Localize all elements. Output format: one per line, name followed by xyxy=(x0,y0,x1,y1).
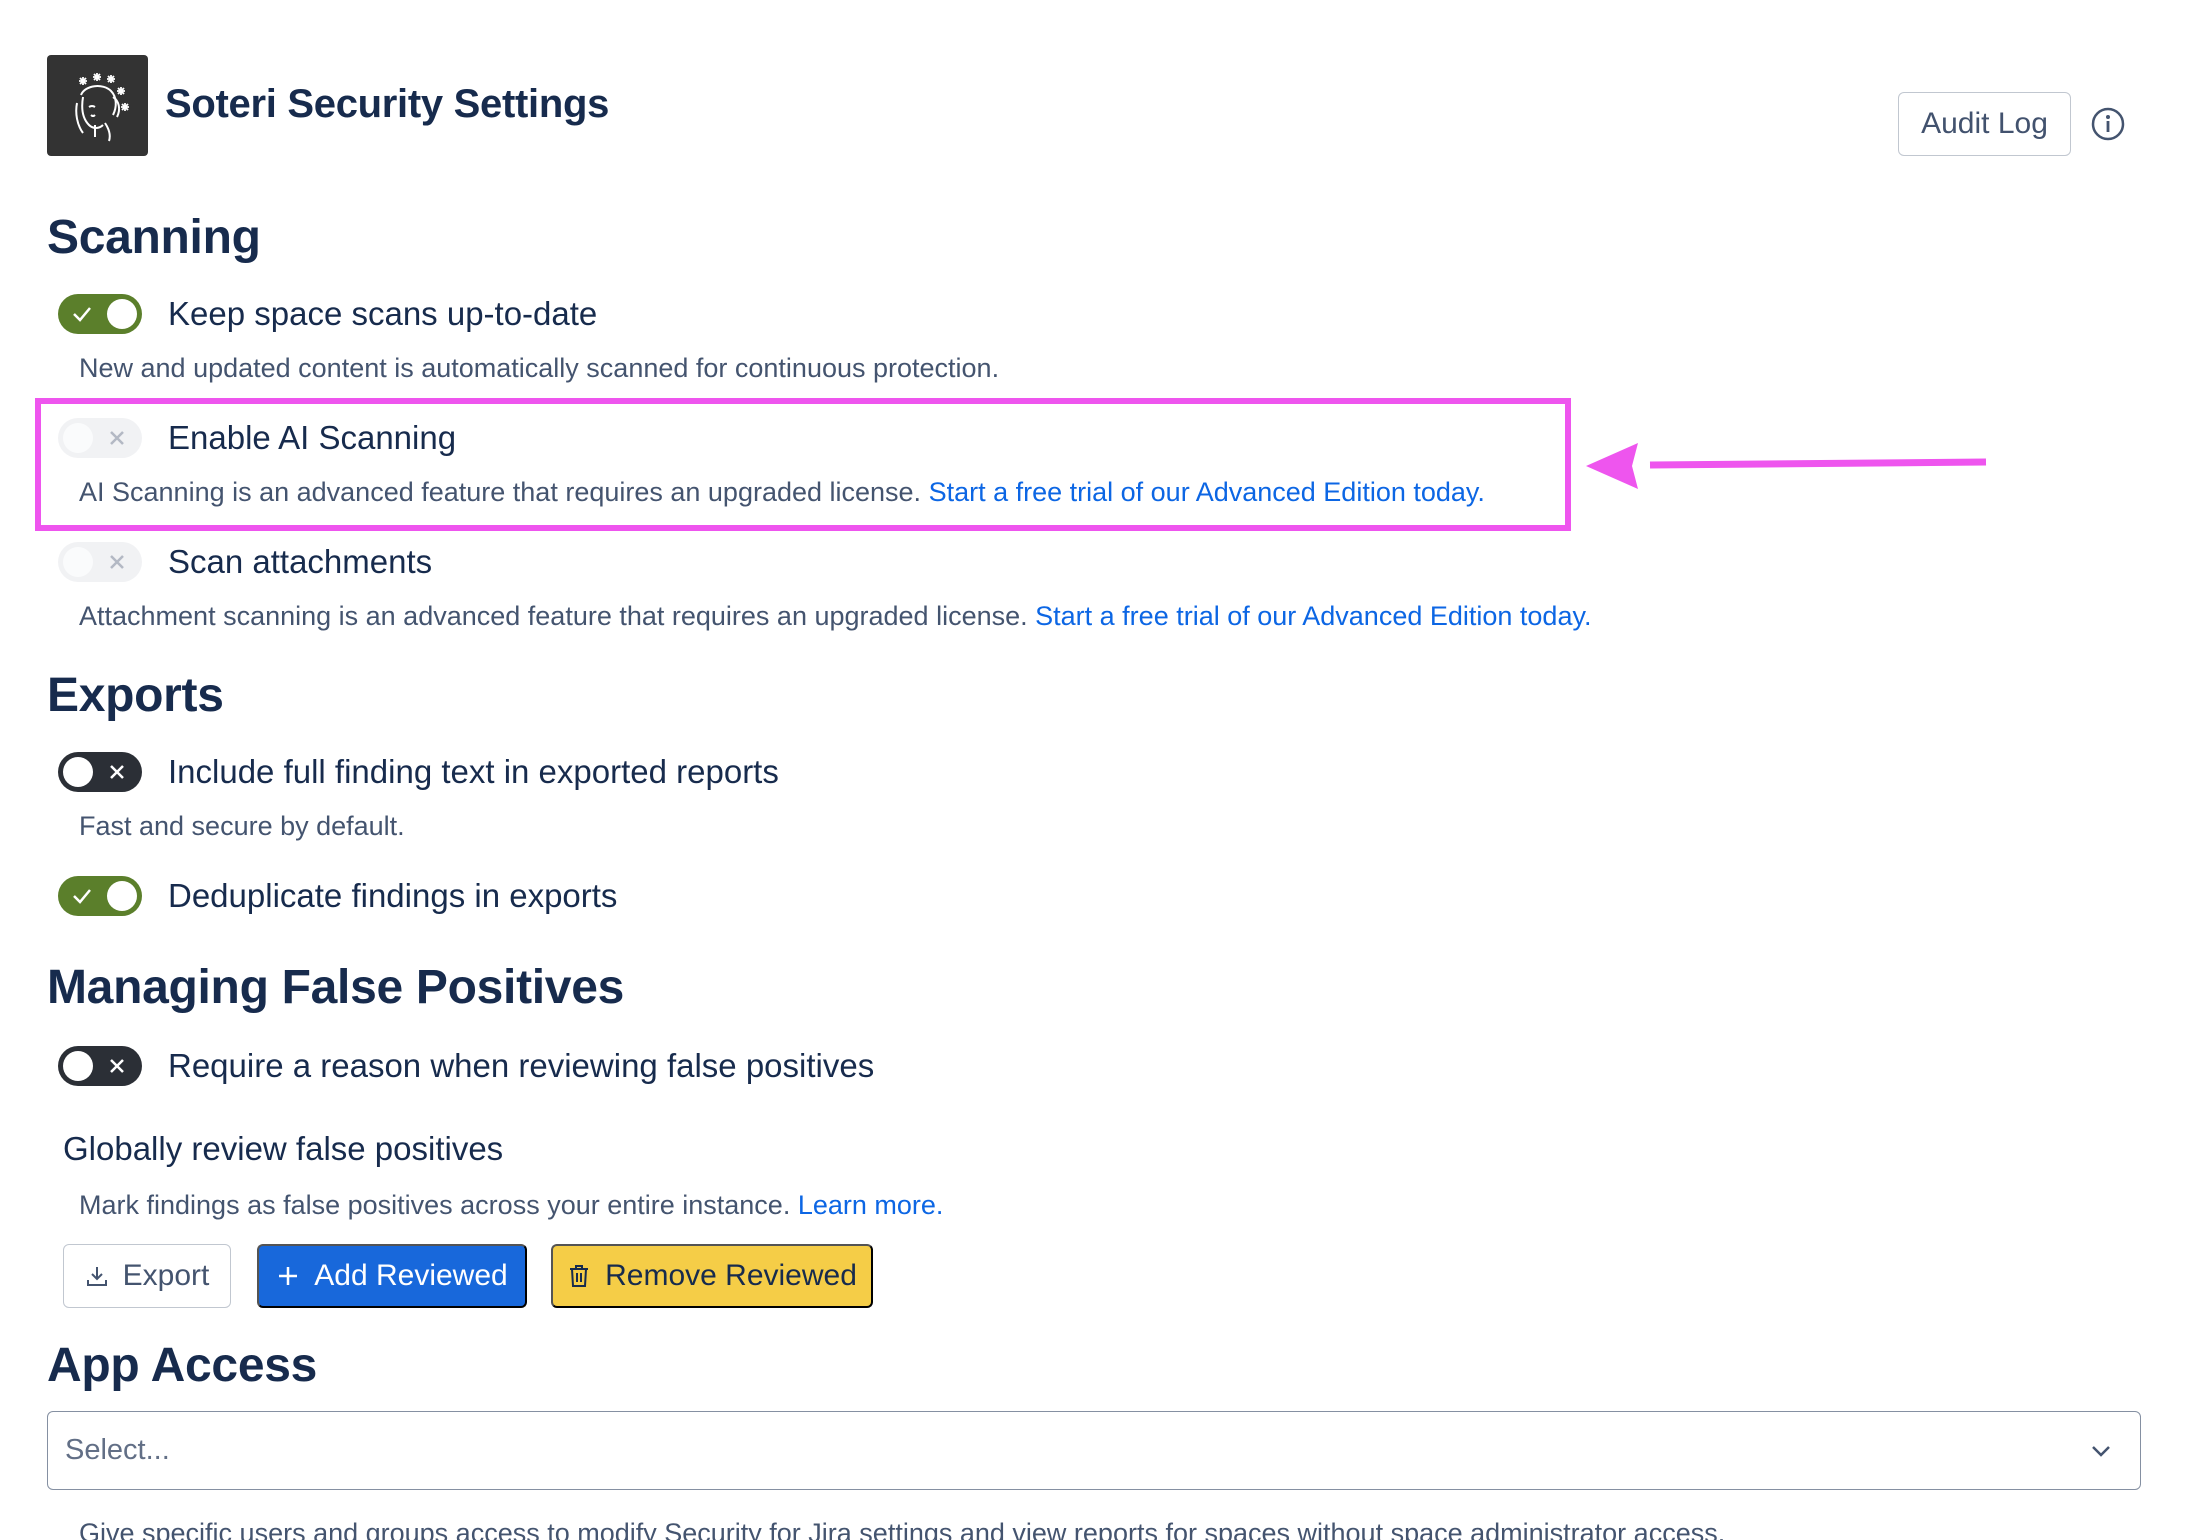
x-icon xyxy=(110,765,124,779)
require-reason-label: Require a reason when reviewing false po… xyxy=(168,1047,875,1084)
keep-scans-label: Keep space scans up-to-date xyxy=(168,295,598,332)
app-access-heading: App Access xyxy=(47,1339,318,1392)
global-review-title: Globally review false positives xyxy=(63,1130,504,1167)
false-positives-heading: Managing False Positives xyxy=(47,961,624,1014)
app-access-select-placeholder: Select... xyxy=(65,1434,170,1466)
info-icon[interactable] xyxy=(2090,106,2126,142)
x-icon xyxy=(110,555,124,569)
remove-reviewed-button[interactable]: Remove Reviewed xyxy=(551,1244,873,1308)
require-reason-toggle[interactable] xyxy=(58,1046,142,1086)
app-access-description: Give specific users and groups access to… xyxy=(79,1518,1726,1540)
x-icon xyxy=(110,1059,124,1073)
dedupe-toggle[interactable] xyxy=(58,876,142,916)
soteri-face-icon xyxy=(74,72,129,141)
full-text-toggle[interactable] xyxy=(58,752,142,792)
scan-attachments-description: Attachment scanning is an advanced featu… xyxy=(79,601,1591,632)
full-text-label: Include full finding text in exported re… xyxy=(168,753,779,790)
download-icon xyxy=(86,1267,107,1286)
exports-heading: Exports xyxy=(47,669,224,722)
scan-attachments-label: Scan attachments xyxy=(168,543,433,580)
remove-reviewed-label: Remove Reviewed xyxy=(605,1259,857,1292)
app-access-select[interactable]: Select... xyxy=(47,1411,2141,1490)
dedupe-label: Deduplicate findings in exports xyxy=(168,877,618,914)
check-icon xyxy=(73,307,91,322)
full-text-description: Fast and secure by default. xyxy=(79,811,405,841)
scanning-heading: Scanning xyxy=(47,211,261,264)
keep-scans-description: New and updated content is automatically… xyxy=(79,353,1000,383)
page-title: Soteri Security Settings xyxy=(165,82,610,126)
keep-scans-toggle[interactable] xyxy=(58,294,142,334)
audit-log-button[interactable]: Audit Log xyxy=(1898,92,2071,156)
scan-attachments-trial-link[interactable]: Start a free trial of our Advanced Editi… xyxy=(1035,601,1591,631)
app-logo xyxy=(47,55,148,156)
trash-icon xyxy=(570,1265,589,1287)
plus-icon xyxy=(279,1267,298,1285)
global-review-description-text: Mark findings as false positives across … xyxy=(79,1190,791,1220)
export-button-label: Export xyxy=(122,1259,210,1292)
chevron-down-icon xyxy=(2092,1445,2110,1457)
arrow-left-icon xyxy=(1586,443,1987,489)
global-review-description: Mark findings as false positives across … xyxy=(79,1190,943,1221)
add-reviewed-button[interactable]: Add Reviewed xyxy=(257,1244,527,1308)
check-icon xyxy=(73,889,91,904)
learn-more-link[interactable]: Learn more. xyxy=(798,1190,944,1220)
highlight-annotation-box xyxy=(35,398,1571,531)
add-reviewed-label: Add Reviewed xyxy=(314,1259,508,1292)
scan-attachments-toggle[interactable] xyxy=(58,542,142,582)
scan-attachments-description-text: Attachment scanning is an advanced featu… xyxy=(79,601,1028,631)
export-button[interactable]: Export xyxy=(63,1244,231,1308)
